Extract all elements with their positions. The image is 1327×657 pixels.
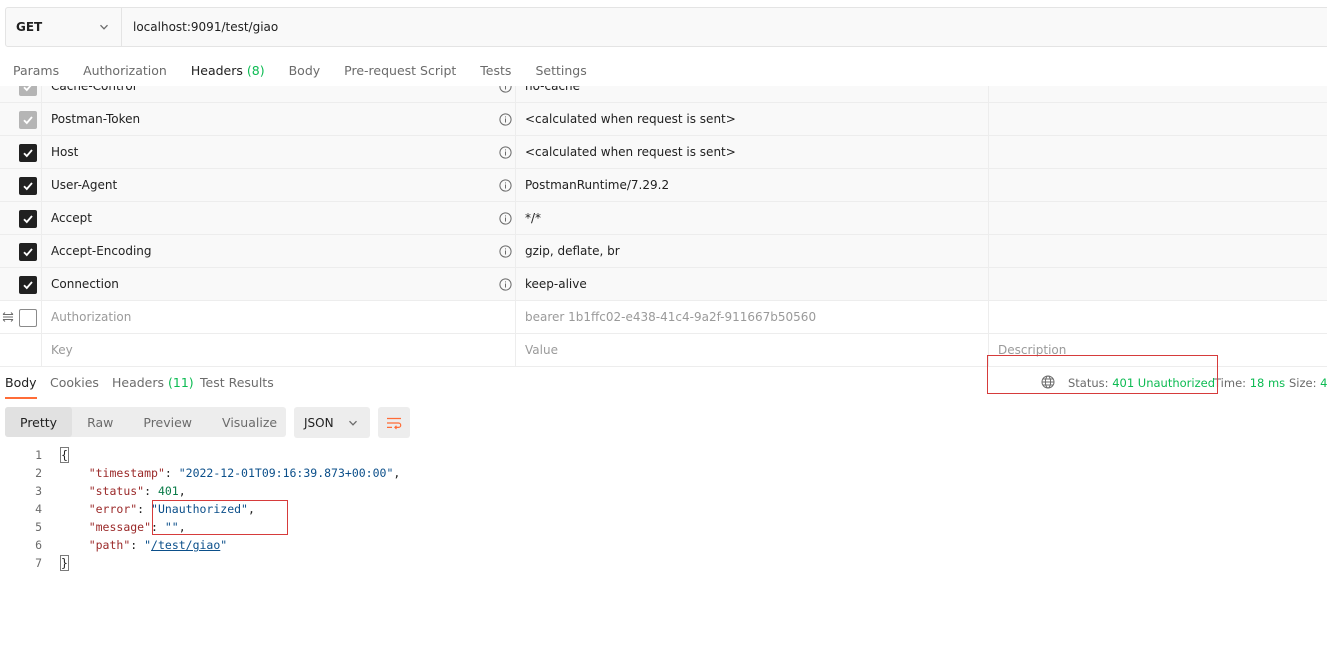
tab-authorization[interactable]: Authorization [83,58,167,88]
wrap-icon [387,417,402,429]
format-label: JSON [304,415,334,430]
headers-table: Cache-Control no-cache Postman-Token <ca… [0,86,1327,367]
table-row: Accept */* [0,202,1327,235]
header-key[interactable]: Accept-Encoding [51,244,152,258]
tab-headers[interactable]: Headers (8) [190,58,265,88]
line-number: 7 [35,556,42,570]
status-indicator[interactable]: Status: 401 Unauthorized [1068,376,1215,390]
time-indicator[interactable]: Time: 18 ms [1214,376,1285,390]
tab-response-body[interactable]: Body [5,375,37,399]
method-select[interactable]: GET [6,8,122,46]
header-key[interactable]: Host [51,145,78,159]
key-input[interactable]: Key [51,343,73,357]
tab-response-headers[interactable]: Headers (11) [112,375,194,390]
path-link[interactable]: /test/giao [151,538,220,552]
check-icon [23,215,33,224]
info-icon[interactable] [499,245,512,258]
check-icon [23,182,33,191]
status-value: 401 Unauthorized [1112,376,1216,390]
header-key[interactable]: Authorization [51,310,131,324]
table-row: Postman-Token <calculated when request i… [0,103,1327,136]
header-key[interactable]: Postman-Token [51,112,140,126]
row-checkbox[interactable] [19,210,37,228]
line-number: 4 [35,502,42,516]
tab-test-results[interactable]: Test Results [200,375,274,390]
response-bar: Body Cookies Headers (11) Test Results S… [0,367,1327,399]
table-row: Authorization bearer 1b1ffc02-e438-41c4-… [0,301,1327,334]
tab-body[interactable]: Body [289,58,321,88]
row-checkbox[interactable] [19,276,37,294]
view-preview[interactable]: Preview [128,407,207,437]
line-number: 5 [35,520,42,534]
open-brace: { [60,447,69,463]
view-raw[interactable]: Raw [72,407,128,437]
header-key[interactable]: Accept [51,211,92,225]
header-key[interactable]: Cache-Control [51,86,136,93]
row-checkbox[interactable] [19,177,37,195]
header-key[interactable]: Connection [51,277,119,291]
info-icon[interactable] [499,113,512,126]
close-brace: } [60,555,69,571]
row-checkbox[interactable] [19,111,37,129]
check-icon [23,116,33,125]
chevron-down-icon [349,420,357,426]
headers-count: (8) [246,63,265,78]
table-row: Accept-Encoding gzip, deflate, br [0,235,1327,268]
wrap-lines-button[interactable] [378,407,410,438]
size-indicator[interactable]: Size: 47 [1289,376,1327,390]
format-select[interactable]: JSON [294,407,370,438]
globe-icon[interactable] [1041,375,1055,389]
table-row: Host <calculated when request is sent> [0,136,1327,169]
tab-tests[interactable]: Tests [480,58,511,88]
drag-handle-icon[interactable] [2,311,14,323]
method-label: GET [16,20,43,34]
table-row: Connection keep-alive [0,268,1327,301]
view-visualize[interactable]: Visualize [207,407,292,437]
header-value[interactable]: bearer 1b1ffc02-e438-41c4-9a2f-911667b50… [525,310,816,324]
line-number: 3 [35,484,42,498]
info-icon[interactable] [499,146,512,159]
description-input[interactable]: Description [998,343,1066,357]
tab-cookies[interactable]: Cookies [50,375,99,390]
header-value[interactable]: <calculated when request is sent> [525,145,736,159]
row-checkbox[interactable] [19,86,37,96]
table-row: Cache-Control no-cache [0,86,1327,103]
row-checkbox[interactable] [19,144,37,162]
header-value[interactable]: <calculated when request is sent> [525,112,736,126]
check-icon [23,149,33,158]
view-pretty[interactable]: Pretty [5,407,73,437]
check-icon [23,248,33,257]
info-icon[interactable] [499,212,512,225]
info-icon[interactable] [499,86,512,93]
info-icon[interactable] [499,179,512,192]
request-tabs: Params Authorization Headers (8) Body Pr… [0,58,1327,88]
response-view-switcher: Pretty Raw Preview Visualize [5,407,286,437]
line-number: 1 [35,448,42,462]
check-icon [23,281,33,290]
url-input[interactable]: localhost:9091/test/giao [122,20,278,34]
header-value[interactable]: keep-alive [525,277,587,291]
value-input[interactable]: Value [525,343,558,357]
info-icon[interactable] [499,278,512,291]
row-checkbox[interactable] [19,309,37,327]
header-value[interactable]: gzip, deflate, br [525,244,620,258]
header-value[interactable]: */* [525,211,541,225]
line-number: 6 [35,538,42,552]
table-row: User-Agent PostmanRuntime/7.29.2 [0,169,1327,202]
chevron-down-icon [100,24,108,30]
tab-settings[interactable]: Settings [535,58,586,88]
table-row-new: Key Value Description [0,334,1327,367]
header-value[interactable]: PostmanRuntime/7.29.2 [525,178,669,192]
tab-params[interactable]: Params [13,58,59,88]
line-number: 2 [35,466,42,480]
tab-pre-request-script[interactable]: Pre-request Script [344,58,456,88]
header-key[interactable]: User-Agent [51,178,117,192]
request-url-bar: GET localhost:9091/test/giao [5,7,1327,47]
header-value[interactable]: no-cache [525,86,580,93]
row-checkbox[interactable] [19,243,37,261]
